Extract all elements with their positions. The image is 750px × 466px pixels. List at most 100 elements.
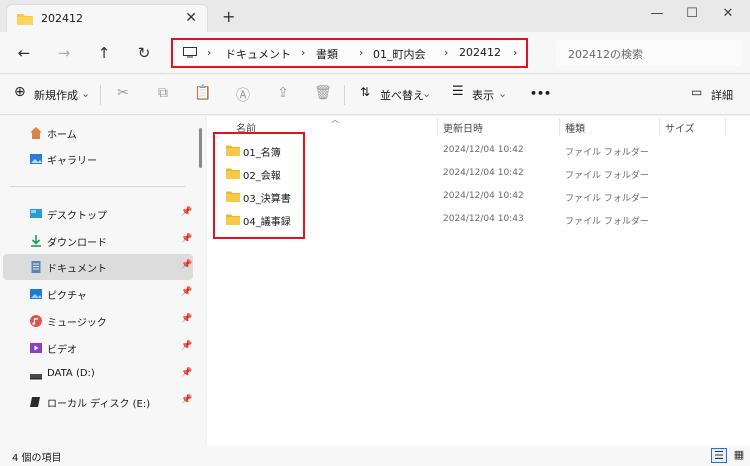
sort-up-icon: ︿ (331, 115, 339, 124)
pin-icon[interactable]: 📌 (181, 207, 192, 217)
details-view-button[interactable]: ☰ (711, 448, 727, 463)
divider (344, 85, 345, 105)
sidebar-item-label: ミュージック (47, 318, 107, 329)
new-plus-icon: ⊕ (14, 84, 26, 100)
breadcrumb-separator[interactable]: › (513, 46, 517, 59)
file-type: ファイル フォルダー (565, 148, 649, 158)
cut-icon[interactable]: ✂ (114, 85, 132, 101)
minimize-button[interactable]: — (647, 6, 667, 21)
pictures-icon (30, 289, 42, 299)
delete-icon[interactable]: 🗑 (314, 85, 332, 101)
close-button[interactable]: ✕ (718, 6, 738, 21)
pin-icon[interactable]: 📌 (181, 341, 192, 351)
tab-202412[interactable]: 202412 ✕ (6, 4, 208, 32)
sidebar-item-gallery[interactable]: ギャラリー (3, 146, 193, 172)
details-button[interactable]: 詳細 (711, 87, 733, 103)
view-icon: ☰ (452, 84, 464, 99)
search-placeholder: 202412の検索 (568, 48, 643, 61)
rename-icon[interactable]: Ⓐ (234, 85, 252, 105)
sidebar-item-label: ダウンロード (47, 238, 107, 249)
sidebar-item-label: DATA (D:) (47, 368, 95, 379)
up-button[interactable]: ↑ (94, 44, 114, 62)
sidebar-item-label: ドキュメント (47, 264, 107, 275)
chevron-down-icon: ⌄ (498, 87, 508, 100)
pin-icon[interactable]: 📌 (181, 395, 192, 405)
pin-icon[interactable]: 📌 (181, 314, 192, 324)
sidebar-item-data-drive[interactable]: DATA (D:) 📌 (3, 362, 193, 388)
sidebar-item-label: ローカル ディスク (E:) (47, 399, 151, 410)
pin-icon[interactable]: 📌 (181, 234, 192, 244)
paste-icon[interactable]: 📋 (194, 85, 212, 101)
column-header-size[interactable]: サイズ (665, 116, 695, 138)
sidebar-item-label: デスクトップ (47, 211, 107, 222)
navigation-bar: ← → ↑ ↻ › ドキュメント › 書類 › 01_町内会 › 202412 … (0, 32, 750, 74)
home-icon (30, 127, 42, 139)
details-pane-icon: ▭ (691, 85, 703, 99)
tab-close-button[interactable]: ✕ (185, 10, 197, 26)
breadcrumb-202412[interactable]: 202412 (459, 46, 501, 59)
breadcrumb-shorui[interactable]: 書類 (316, 46, 338, 62)
more-options-button[interactable]: ••• (530, 87, 551, 100)
sidebar-item-documents[interactable]: ドキュメント 📌 (3, 254, 193, 280)
share-icon[interactable]: ⇪ (274, 85, 292, 101)
forward-button[interactable]: → (54, 44, 74, 62)
sidebar-item-pictures[interactable]: ピクチャ 📌 (3, 281, 193, 307)
sidebar-item-downloads[interactable]: ダウンロード 📌 (3, 228, 193, 254)
sidebar-item-local-disk[interactable]: ローカル ディスク (E:) 📌 (3, 389, 193, 415)
sidebar-item-label: ギャラリー (47, 156, 97, 167)
maximize-button[interactable]: ☐ (682, 6, 702, 21)
pin-icon[interactable]: 📌 (181, 287, 192, 297)
column-header-type[interactable]: 種類 (565, 116, 585, 138)
search-box[interactable]: 202412の検索 (556, 40, 742, 66)
breadcrumb-separator[interactable]: › (207, 46, 211, 59)
drive-icon (30, 374, 42, 380)
file-date: 2024/12/04 10:42 (443, 191, 524, 201)
copy-icon[interactable]: ⧉ (154, 85, 172, 101)
file-date: 2024/12/04 10:42 (443, 168, 524, 178)
status-bar: 4 個の項目 ☰ ▦ (0, 446, 750, 466)
column-divider[interactable] (559, 118, 560, 136)
sidebar-item-label: ホーム (47, 130, 77, 141)
breadcrumb-chonaikai[interactable]: 01_町内会 (373, 46, 426, 62)
sidebar-item-label: ピクチャ (47, 291, 87, 302)
drive-icon (30, 397, 40, 407)
column-divider[interactable] (437, 118, 438, 136)
pin-icon[interactable]: 📌 (181, 368, 192, 378)
back-button[interactable]: ← (14, 44, 34, 62)
divider (100, 85, 101, 105)
tiles-view-button[interactable]: ▦ (731, 448, 747, 463)
breadcrumb-separator[interactable]: › (301, 46, 305, 59)
download-icon (31, 235, 41, 247)
column-header-date[interactable]: 更新日時 (443, 116, 483, 138)
navigation-pane: ホーム ギャラリー デスクトップ 📌 ダウンロード 📌 ドキュメント 📌 ピクチ… (0, 116, 205, 446)
column-divider[interactable] (725, 118, 726, 136)
sidebar-scrollbar[interactable] (199, 128, 202, 168)
new-tab-button[interactable]: + (222, 7, 235, 26)
pin-icon[interactable]: 📌 (181, 260, 192, 270)
sidebar-divider (10, 186, 185, 187)
chevron-down-icon: ⌄ (422, 87, 432, 100)
new-button[interactable]: 新規作成 (34, 87, 78, 103)
file-type: ファイル フォルダー (565, 194, 649, 204)
breadcrumb-separator[interactable]: › (444, 46, 448, 59)
column-divider[interactable] (659, 118, 660, 136)
sort-button[interactable]: 並べ替え (380, 87, 424, 103)
sidebar-item-label: ビデオ (47, 345, 77, 356)
sidebar-item-music[interactable]: ミュージック 📌 (3, 308, 193, 334)
view-button[interactable]: 表示 (472, 87, 494, 103)
file-type: ファイル フォルダー (565, 217, 649, 227)
refresh-button[interactable]: ↻ (134, 44, 154, 62)
sidebar-item-videos[interactable]: ビデオ 📌 (3, 335, 193, 361)
sidebar-item-desktop[interactable]: デスクトップ 📌 (3, 201, 193, 227)
highlight-box (213, 132, 305, 239)
breadcrumb-separator[interactable]: › (359, 46, 363, 59)
video-icon (30, 343, 42, 353)
command-bar: ⊕ 新規作成 ⌄ ✂ ⧉ 📋 Ⓐ ⇪ 🗑 ⇅ 並べ替え ⌄ ☰ 表示 ⌄ •••… (0, 75, 750, 115)
breadcrumb-documents[interactable]: ドキュメント (225, 46, 291, 62)
gallery-icon (30, 154, 42, 164)
title-bar: 202412 ✕ + — ☐ ✕ (0, 0, 750, 32)
sidebar-item-home[interactable]: ホーム (3, 120, 193, 146)
computer-icon (183, 47, 197, 58)
address-bar[interactable]: › ドキュメント › 書類 › 01_町内会 › 202412 › (171, 38, 528, 68)
tab-title: 202412 (41, 12, 83, 25)
